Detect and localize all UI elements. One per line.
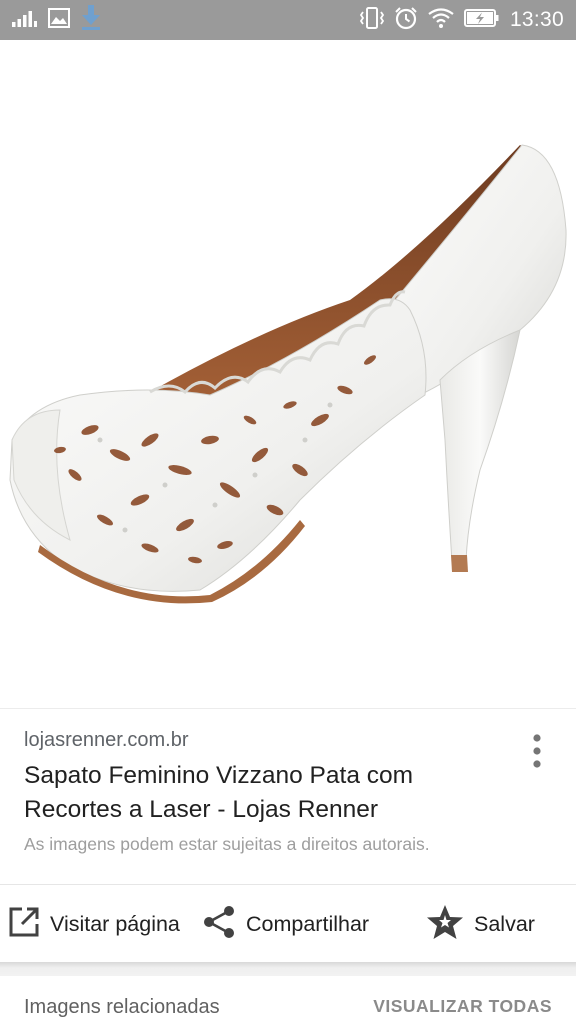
result-title[interactable]: Sapato Feminino Vizzano Pata com Recorte…: [24, 759, 504, 827]
product-image[interactable]: [0, 40, 576, 708]
battery-charging-icon: [463, 8, 500, 33]
share-button[interactable]: Compartilhar: [202, 885, 369, 963]
source-domain[interactable]: lojasrenner.com.br: [24, 729, 189, 752]
wifi-icon: [428, 7, 454, 33]
save-star-icon: [426, 904, 464, 945]
save-button[interactable]: Salvar: [426, 885, 535, 963]
section-divider: [0, 962, 576, 976]
save-label: Salvar: [474, 911, 535, 936]
shoe-image: [9, 144, 567, 604]
signal-icon: [12, 9, 38, 32]
status-time: 13:30: [509, 8, 564, 31]
vibrate-icon: [359, 6, 385, 34]
download-icon: [80, 4, 102, 36]
open-in-new-icon: [8, 906, 40, 943]
visit-page-label: Visitar página: [50, 911, 180, 936]
view-all-button[interactable]: VISUALIZAR TODAS: [373, 996, 552, 1017]
status-bar: 13:30: [0, 0, 576, 40]
more-vert-icon: [532, 733, 542, 773]
share-label: Compartilhar: [246, 911, 370, 936]
copyright-note: As imagens podem estar sujeitas a direit…: [24, 834, 430, 854]
share-icon: [202, 905, 236, 944]
visit-page-button[interactable]: Visitar página: [8, 885, 180, 963]
related-images-header: Imagens relacionadas VISUALIZAR TODAS: [0, 976, 576, 1024]
more-options-button[interactable]: [522, 731, 552, 775]
alarm-icon: [394, 6, 418, 35]
result-info: lojasrenner.com.br Sapato Feminino Vizza…: [0, 708, 576, 884]
related-images-title: Imagens relacionadas: [24, 996, 220, 1018]
image-notification-icon: [48, 7, 70, 33]
action-bar: Visitar página Compartilhar Salvar: [0, 884, 576, 962]
